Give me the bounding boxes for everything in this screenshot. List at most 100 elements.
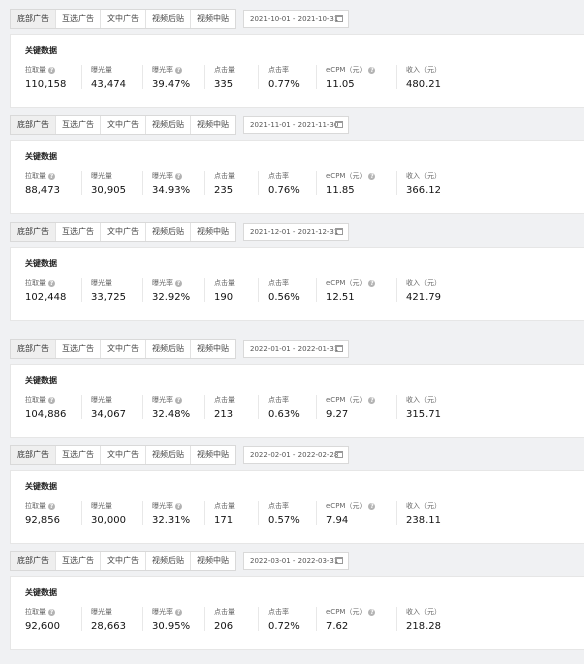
metric-label: eCPM（元）? — [326, 501, 376, 511]
key-data-card: 关键数据 拉取量? 104,886 曝光量 34,067 曝光率? 32.48% 点击量 213… — [10, 364, 584, 438]
question-circle-icon[interactable]: ? — [48, 279, 55, 287]
metric-value: 30,905 — [91, 185, 126, 196]
tab-ad-type[interactable]: 文中广告 — [101, 223, 146, 241]
tab-ad-type[interactable]: 视频中贴 — [191, 446, 235, 464]
metric-label-text: 曝光量 — [91, 66, 112, 74]
metric-label-text: 点击率 — [268, 502, 289, 510]
tab-ad-type[interactable]: 视频后贴 — [146, 223, 191, 241]
tab-ad-type[interactable]: 视频后贴 — [146, 552, 191, 570]
tab-ad-type[interactable]: 文中广告 — [101, 116, 146, 134]
metric-label: eCPM（元）? — [326, 278, 376, 288]
tab-ad-type[interactable]: 文中广告 — [101, 446, 146, 464]
key-data-card: 关键数据 拉取量? 110,158 曝光量 43,474 曝光率? 39.47% 点击量 335… — [10, 34, 584, 108]
tab-ad-type[interactable]: 底部广告 — [11, 116, 56, 134]
question-circle-icon[interactable]: ? — [48, 502, 55, 510]
metric-divider — [81, 395, 82, 419]
tab-ad-type[interactable]: 视频中贴 — [191, 552, 235, 570]
metric-label-text: 曝光率 — [152, 502, 173, 510]
question-circle-icon[interactable]: ? — [48, 396, 55, 404]
question-circle-icon[interactable]: ? — [48, 608, 55, 616]
question-circle-icon[interactable]: ? — [368, 172, 376, 180]
question-circle-icon[interactable]: ? — [175, 172, 182, 180]
metric-divider — [396, 278, 397, 302]
date-range-picker[interactable]: 2022-01-01 - 2022-01-31 — [243, 340, 349, 358]
question-circle-icon[interactable]: ? — [175, 502, 182, 510]
metric-pull: 拉取量? 92,600 — [25, 607, 60, 632]
date-range-picker[interactable]: 2021-12-01 - 2021-12-31 — [243, 223, 349, 241]
tab-ad-type[interactable]: 视频后贴 — [146, 116, 191, 134]
metric-label-text: 曝光率 — [152, 172, 173, 180]
metric-label-text: eCPM（元） — [326, 502, 367, 510]
metric-ecpm: eCPM（元）? 9.27 — [326, 395, 376, 420]
key-data-card: 关键数据 拉取量? 92,600 曝光量 28,663 曝光率? 30.95% 点击量 206 点… — [10, 576, 584, 650]
question-circle-icon[interactable]: ? — [368, 396, 376, 404]
question-circle-icon[interactable]: ? — [368, 279, 376, 287]
tab-ad-type[interactable]: 互选广告 — [56, 10, 101, 28]
metric-expose: 曝光量 33,725 — [91, 278, 126, 303]
date-range-text: 2022-03-01 - 2022-03-31 — [250, 557, 339, 565]
metric-expose-rate: 曝光率? 32.48% — [152, 395, 190, 420]
metric-pull: 拉取量? 104,886 — [25, 395, 66, 420]
tab-ad-type[interactable]: 视频后贴 — [146, 446, 191, 464]
metric-divider — [142, 607, 143, 631]
metric-income: 收入（元） 421.79 — [406, 278, 441, 303]
tab-ad-type[interactable]: 互选广告 — [56, 552, 101, 570]
metric-ecpm: eCPM（元）? 11.05 — [326, 65, 376, 90]
question-circle-icon[interactable]: ? — [175, 608, 182, 616]
question-circle-icon[interactable]: ? — [368, 608, 376, 616]
metric-value: 104,886 — [25, 409, 67, 420]
date-range-picker[interactable]: 2021-10-01 - 2021-10-31 — [243, 10, 349, 28]
metric-click-rate: 点击率 0.72% — [268, 607, 300, 632]
date-range-picker[interactable]: 2021-11-01 - 2021-11-30 — [243, 116, 349, 134]
metric-label: 收入（元） — [406, 395, 441, 405]
calendar-icon — [335, 345, 343, 352]
metric-label: 点击量 — [214, 395, 235, 405]
tab-ad-type[interactable]: 视频中贴 — [191, 223, 235, 241]
report-panel: 底部广告 互选广告 文中广告 视频后贴 视频中贴 2021-10-01 - 2021-10… — [10, 8, 584, 108]
tab-ad-type[interactable]: 底部广告 — [11, 223, 56, 241]
filter-row: 底部广告 互选广告 文中广告 视频后贴 视频中贴 2022-01-01 - 2022-01… — [10, 338, 584, 360]
tab-ad-type[interactable]: 视频中贴 — [191, 116, 235, 134]
metric-divider — [204, 607, 205, 631]
tab-ad-type[interactable]: 文中广告 — [101, 552, 146, 570]
question-circle-icon[interactable]: ? — [48, 66, 55, 74]
tab-ad-type[interactable]: 互选广告 — [56, 340, 101, 358]
card-title: 关键数据 — [25, 376, 57, 385]
tab-ad-type[interactable]: 底部广告 — [11, 552, 56, 570]
date-range-picker[interactable]: 2022-02-01 - 2022-02-28 — [243, 446, 349, 464]
metric-income: 收入（元） 238.11 — [406, 501, 441, 526]
tab-ad-type[interactable]: 文中广告 — [101, 340, 146, 358]
question-circle-icon[interactable]: ? — [175, 66, 182, 74]
question-circle-icon[interactable]: ? — [368, 502, 376, 510]
metric-divider — [142, 278, 143, 302]
question-circle-icon[interactable]: ? — [48, 172, 55, 180]
question-circle-icon[interactable]: ? — [368, 66, 376, 74]
tab-ad-type[interactable]: 文中广告 — [101, 10, 146, 28]
metric-divider — [396, 395, 397, 419]
metric-label: 点击率 — [268, 607, 300, 617]
tab-ad-type[interactable]: 视频中贴 — [191, 340, 235, 358]
tab-ad-type[interactable]: 底部广告 — [11, 10, 56, 28]
tab-ad-type[interactable]: 底部广告 — [11, 340, 56, 358]
tab-ad-type[interactable]: 互选广告 — [56, 116, 101, 134]
metric-label: 曝光率? — [152, 501, 190, 511]
metric-label: 点击率 — [268, 65, 300, 75]
report-panel: 底部广告 互选广告 文中广告 视频后贴 视频中贴 2021-12-01 - 2021-12… — [10, 221, 584, 321]
metric-label-text: 曝光量 — [91, 396, 112, 404]
question-circle-icon[interactable]: ? — [175, 279, 182, 287]
tab-ad-type[interactable]: 互选广告 — [56, 223, 101, 241]
tab-ad-type[interactable]: 视频中贴 — [191, 10, 235, 28]
metric-value: 92,600 — [25, 621, 60, 632]
tab-ad-type[interactable]: 底部广告 — [11, 446, 56, 464]
tab-ad-type[interactable]: 互选广告 — [56, 446, 101, 464]
question-circle-icon[interactable]: ? — [175, 396, 182, 404]
metric-label: 点击量 — [214, 171, 235, 181]
metric-label: 点击量 — [214, 607, 235, 617]
metric-value: 213 — [214, 409, 234, 420]
tab-ad-type[interactable]: 视频后贴 — [146, 10, 191, 28]
metric-label-text: 曝光量 — [91, 279, 112, 287]
tab-ad-type[interactable]: 视频后贴 — [146, 340, 191, 358]
date-range-picker[interactable]: 2022-03-01 - 2022-03-31 — [243, 552, 349, 570]
metric-expose-rate: 曝光率? 32.31% — [152, 501, 190, 526]
metric-expose: 曝光量 34,067 — [91, 395, 126, 420]
